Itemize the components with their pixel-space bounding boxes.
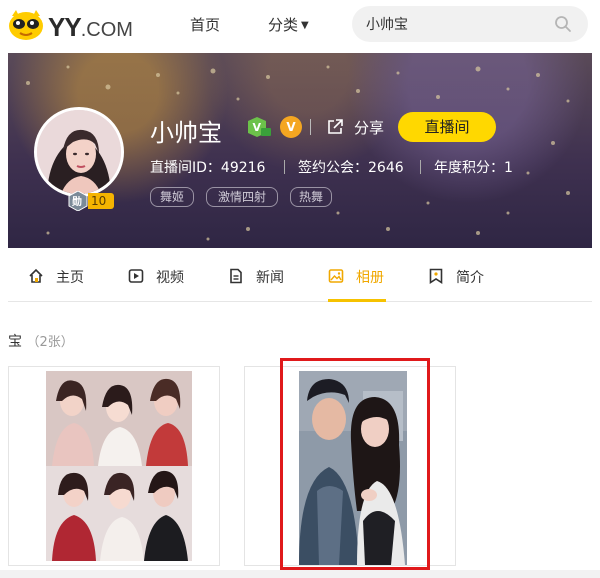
tab-news[interactable]: 新闻 — [228, 250, 288, 302]
share-button[interactable]: 分享 — [326, 113, 392, 141]
share-label: 分享 — [354, 119, 385, 137]
nav-category-link[interactable]: 分类 ▼ — [268, 14, 309, 35]
tab-video[interactable]: 视频 — [128, 250, 188, 302]
svg-text:V: V — [253, 121, 262, 134]
chevron-down-icon: ▼ — [301, 20, 309, 31]
avatar-image — [37, 110, 121, 194]
video-icon — [128, 269, 144, 283]
tag-dancer[interactable]: 舞姬 — [150, 187, 194, 207]
tab-video-label: 视频 — [156, 270, 184, 286]
room-id: 直播间ID：49216 — [150, 160, 266, 176]
divider — [310, 119, 311, 135]
album-icon — [328, 269, 344, 283]
vip-v-badge-icon: V — [280, 116, 302, 138]
tag-passion[interactable]: 激情四射 — [206, 187, 278, 207]
album-count: （2张） — [26, 335, 74, 350]
intro-icon — [429, 268, 443, 284]
annual-points: 年度积分：1 — [434, 160, 513, 176]
tab-home-label: 主页 — [56, 270, 84, 286]
top-navigation-bar: YY.COM 首页 分类 ▼ — [0, 0, 600, 50]
divider — [284, 160, 285, 174]
divider — [420, 160, 421, 174]
news-icon — [230, 268, 242, 284]
level-number: 10 — [88, 193, 114, 209]
share-icon — [328, 119, 343, 134]
selected-photo-highlight — [280, 358, 430, 570]
search-input[interactable] — [366, 14, 546, 34]
tag-hot-dance[interactable]: 热舞 — [290, 187, 332, 207]
nav-home-link[interactable]: 首页 — [190, 14, 220, 35]
search-box — [352, 6, 588, 42]
yy-logo[interactable]: YY.COM — [6, 6, 136, 42]
level-badge-glyph: 勋 — [72, 197, 82, 208]
album-name: 宝 — [8, 334, 22, 350]
profile-banner: 勋 10 小帅宝 V V 分享 直播间 直播间ID：49216 签约公会：264… — [8, 53, 592, 248]
tab-news-label: 新闻 — [256, 270, 284, 286]
guild-id: 签约公会：2646 — [298, 160, 404, 176]
tab-home[interactable]: 主页 — [28, 250, 88, 302]
group-photo-image — [46, 371, 192, 561]
profile-tabs: 主页 视频 新闻 相册 简介 — [8, 250, 592, 302]
tab-intro[interactable]: 简介 — [428, 250, 488, 302]
live-room-button[interactable]: 直播间 — [398, 112, 496, 142]
avatar[interactable] — [34, 107, 124, 197]
album-title: 宝 （2张） — [8, 331, 74, 351]
tab-album[interactable]: 相册 — [328, 250, 388, 302]
yy-mascot-icon — [9, 10, 43, 40]
anchor-name: 小帅宝 — [150, 119, 222, 147]
logo-wordmark: YY.COM — [48, 12, 133, 42]
tab-intro-label: 简介 — [456, 270, 484, 286]
page-bottom-strip — [0, 570, 600, 578]
search-icon[interactable] — [554, 15, 572, 33]
active-tab-indicator — [328, 299, 386, 302]
photo-card[interactable] — [8, 366, 220, 566]
nav-category-label: 分类 — [268, 16, 299, 34]
home-icon — [29, 268, 43, 283]
level-badge: 勋 10 — [68, 191, 114, 211]
tab-album-label: 相册 — [356, 270, 384, 286]
verified-v-badge-icon: V — [248, 117, 271, 137]
